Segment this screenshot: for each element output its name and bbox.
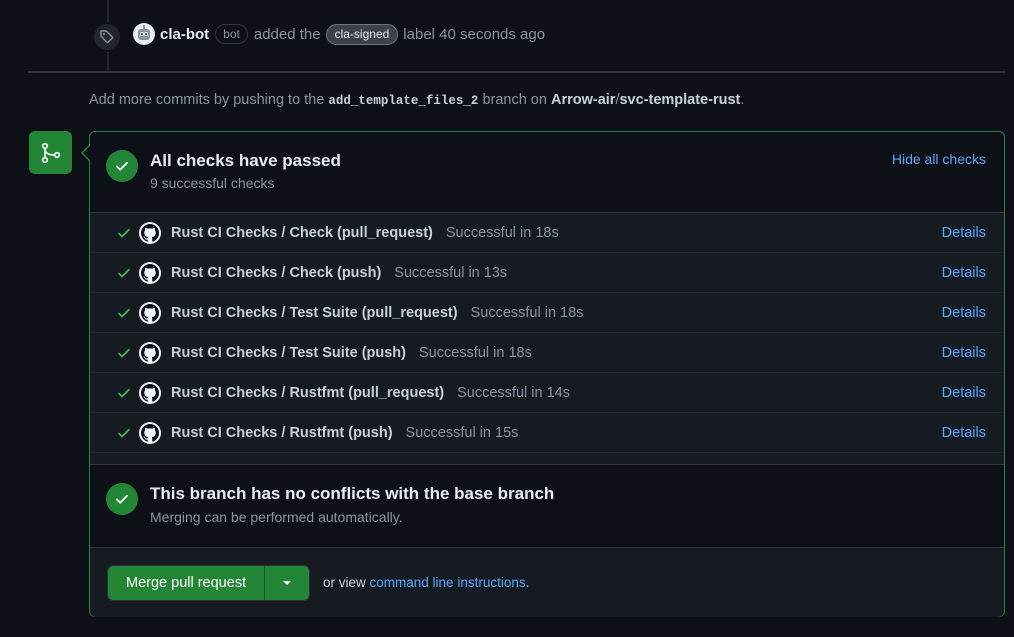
repo-name[interactable]: svc-template-rust (619, 92, 740, 108)
timeline-divider (28, 71, 1005, 73)
check-row: Rust CI Checks / Rustfmt (push) Successf… (90, 413, 1004, 453)
details-link[interactable]: Details (942, 225, 986, 241)
checks-list[interactable]: Rust CI Checks / Check (pull_request) Su… (90, 212, 1004, 465)
conflicts-title: This branch has no conflicts with the ba… (150, 484, 555, 503)
hint-prefix: Add more commits by pushing to the (89, 92, 325, 108)
section-divider (90, 464, 1004, 465)
check-name: Rust CI Checks / Rustfmt (pull_request) (171, 384, 445, 401)
check-row: Rust CI Checks / Check (push) Successful… (90, 253, 1004, 293)
check-icon (117, 346, 131, 360)
details-link[interactable]: Details (942, 305, 986, 321)
checks-title: All checks have passed (150, 151, 341, 170)
check-icon (117, 386, 131, 400)
checks-subtitle: 9 successful checks (150, 175, 275, 191)
cla-signed-label[interactable]: cla-signed (325, 23, 399, 45)
timeline-line-top (107, 0, 109, 22)
check-name: Rust CI Checks / Rustfmt (push) (171, 424, 393, 441)
check-icon (117, 266, 131, 280)
check-icon (117, 226, 131, 240)
repo-owner[interactable]: Arrow-air (551, 92, 615, 108)
check-name: Rust CI Checks / Test Suite (pull_reques… (171, 304, 458, 321)
branch-name: add_template_files_2 (328, 94, 479, 108)
github-icon (139, 261, 161, 284)
triangle-down-icon (283, 581, 292, 585)
github-icon (139, 421, 161, 444)
check-status: Successful in 18s (419, 344, 532, 361)
merge-method-dropdown[interactable] (265, 566, 310, 600)
details-link[interactable]: Details (942, 345, 986, 361)
check-icon (117, 426, 131, 440)
github-icon (139, 341, 161, 364)
conflicts-subtitle: Merging can be performed automatically. (150, 509, 403, 525)
merge-pull-request-button[interactable]: Merge pull request (108, 566, 266, 600)
check-status: Successful in 14s (457, 384, 570, 401)
check-row: Rust CI Checks / Check (pull_request) Su… (90, 213, 1004, 253)
check-name: Rust CI Checks / Check (pull_request) (171, 224, 433, 241)
hide-all-checks-link[interactable]: Hide all checks (892, 151, 986, 167)
merge-footer: Merge pull request or view command line … (90, 547, 1004, 617)
event-action: added the (253, 25, 321, 43)
check-icon (117, 306, 131, 320)
actor-link[interactable]: cla-bot (160, 26, 209, 43)
check-status: Successful in 13s (394, 264, 508, 281)
check-status: Successful in 15s (405, 424, 519, 441)
check-row: Rust CI Checks / Rustfmt (pull_request) … (90, 373, 1004, 413)
details-link[interactable]: Details (942, 385, 986, 401)
github-icon (139, 301, 161, 324)
check-status: Successful in 18s (470, 304, 584, 321)
push-hint: Add more commits by pushing to the add_t… (89, 92, 745, 108)
label-event: cla-bot bot added the cla-signed label 4… (133, 23, 545, 45)
panel-arrow-inner (83, 146, 90, 160)
cli-hint: or view command line instructions. (323, 575, 530, 590)
checks-passed-icon (106, 150, 138, 182)
command-line-instructions-link[interactable]: command line instructions (370, 575, 526, 590)
hint-middle: branch on (482, 92, 547, 108)
timeline-line-bottom (107, 52, 109, 71)
bot-badge: bot (215, 24, 248, 44)
details-link[interactable]: Details (942, 265, 986, 281)
check-name: Rust CI Checks / Check (push) (171, 264, 382, 281)
details-link[interactable]: Details (942, 425, 986, 441)
github-icon (139, 221, 161, 244)
no-conflicts-icon (106, 483, 138, 515)
avatar[interactable] (133, 23, 155, 45)
github-icon (139, 381, 161, 404)
tag-icon (92, 22, 122, 52)
merge-box: All checks have passed 9 successful chec… (89, 131, 1005, 617)
merge-button-group: Merge pull request (107, 565, 311, 601)
event-time: label 40 seconds ago (403, 25, 546, 43)
check-status: Successful in 18s (445, 224, 559, 241)
git-merge-icon (29, 131, 72, 174)
check-row: Rust CI Checks / Test Suite (push) Succe… (90, 333, 1004, 373)
check-row: Rust CI Checks / Test Suite (pull_reques… (90, 293, 1004, 333)
check-name: Rust CI Checks / Test Suite (push) (171, 344, 406, 361)
